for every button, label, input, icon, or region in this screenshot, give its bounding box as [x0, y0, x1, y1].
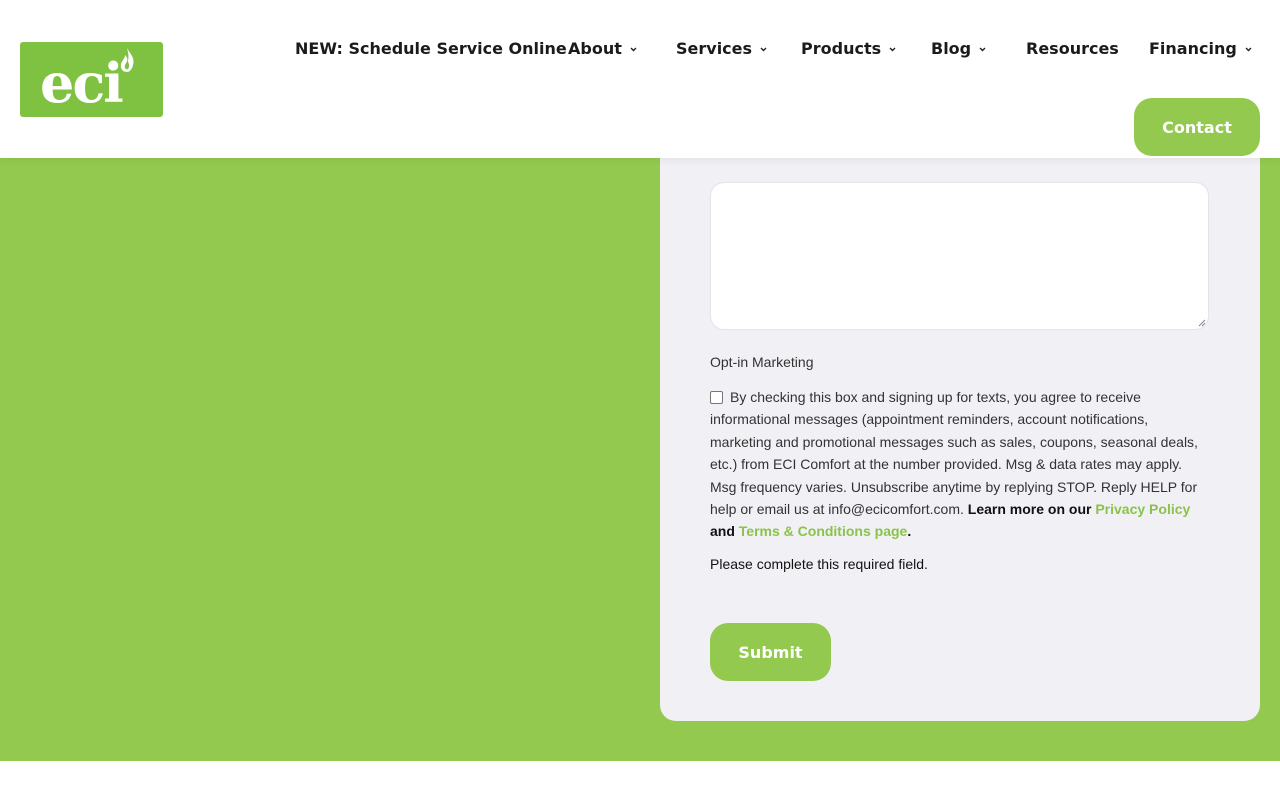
nav-schedule-service[interactable]: NEW: Schedule Service Online — [295, 38, 567, 60]
nav-label: Products — [801, 39, 882, 58]
nav-label: Resources — [1026, 39, 1119, 58]
period-text: . — [907, 523, 912, 540]
consent-text: By checking this box and signing up for … — [710, 389, 1198, 518]
nav-about[interactable]: About — [568, 38, 638, 60]
nav-label: Financing — [1149, 39, 1237, 58]
nav-label: Services — [676, 39, 753, 58]
resize-handle-icon[interactable] — [1198, 319, 1206, 327]
contact-button[interactable]: Contact — [1134, 98, 1260, 156]
message-textarea[interactable] — [710, 182, 1209, 330]
nav-label: NEW: Schedule Service Online — [295, 39, 567, 58]
chevron-down-icon — [978, 45, 987, 54]
required-field-error: Please complete this required field. — [710, 556, 928, 572]
main-nav: NEW: Schedule Service Online About Servi… — [0, 0, 1280, 100]
contact-form-card: Opt-in Marketing By checking this box an… — [660, 110, 1260, 721]
chevron-down-icon — [759, 45, 768, 54]
learn-more-text: Learn more on our — [967, 501, 1092, 518]
consent-block: By checking this box and signing up for … — [710, 386, 1210, 543]
nav-label: About — [568, 39, 622, 58]
optin-checkbox[interactable] — [710, 391, 723, 404]
page-bottom — [0, 761, 1280, 800]
terms-conditions-link[interactable]: Terms & Conditions page — [739, 523, 908, 539]
privacy-policy-link[interactable]: Privacy Policy — [1095, 501, 1190, 517]
nav-label: Blog — [931, 39, 972, 58]
nav-services[interactable]: Services — [676, 38, 768, 60]
nav-blog[interactable]: Blog — [931, 38, 987, 60]
submit-button[interactable]: Submit — [710, 623, 831, 681]
chevron-down-icon — [888, 45, 897, 54]
site-header: eci NEW: Schedule Service Online About S… — [0, 0, 1280, 158]
nav-financing[interactable]: Financing — [1149, 38, 1253, 60]
optin-marketing-label: Opt-in Marketing — [710, 354, 814, 370]
chevron-down-icon — [629, 45, 638, 54]
nav-products[interactable]: Products — [801, 38, 897, 60]
and-text: and — [710, 523, 735, 540]
nav-resources[interactable]: Resources — [1026, 38, 1119, 60]
chevron-down-icon — [1244, 45, 1253, 54]
